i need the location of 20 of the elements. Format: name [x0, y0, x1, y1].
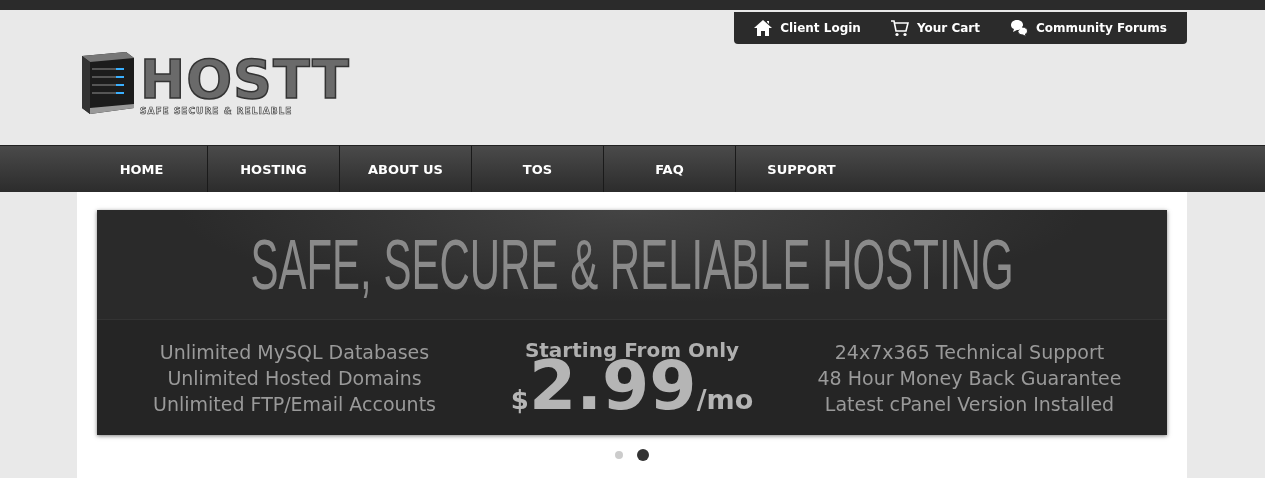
- slider-dot[interactable]: [637, 449, 649, 461]
- banner-headline: SAFE, SECURE & RELIABLE HOSTING: [250, 224, 1014, 305]
- price-period: /mo: [696, 383, 754, 415]
- feature-text: Latest cPanel Version Installed: [824, 391, 1115, 417]
- top-link[interactable]: Community Forums: [1009, 19, 1167, 37]
- feature-text: Unlimited FTP/Email Accounts: [153, 391, 436, 417]
- slider-dot[interactable]: [615, 451, 623, 459]
- feature-text: Unlimited MySQL Databases: [159, 339, 430, 365]
- feature-text: 48 Hour Money Back Guarantee: [817, 365, 1122, 391]
- price-currency: $: [510, 384, 529, 415]
- logo-tagline: SAFE SECURE & RELIABLE: [140, 106, 293, 116]
- feature-text: 24x7x365 Technical Support: [834, 339, 1105, 365]
- chat-bubbles-icon: [1009, 19, 1028, 37]
- logo-wordmark: HOSTT: [140, 54, 350, 106]
- feature-text: Unlimited Hosted Domains: [167, 365, 422, 391]
- top-link[interactable]: Client Login: [754, 20, 861, 36]
- top-link[interactable]: Your Cart: [890, 19, 980, 37]
- home-icon: [754, 20, 773, 36]
- nav-item[interactable]: SUPPORT: [736, 146, 867, 192]
- cart-icon: [890, 19, 909, 37]
